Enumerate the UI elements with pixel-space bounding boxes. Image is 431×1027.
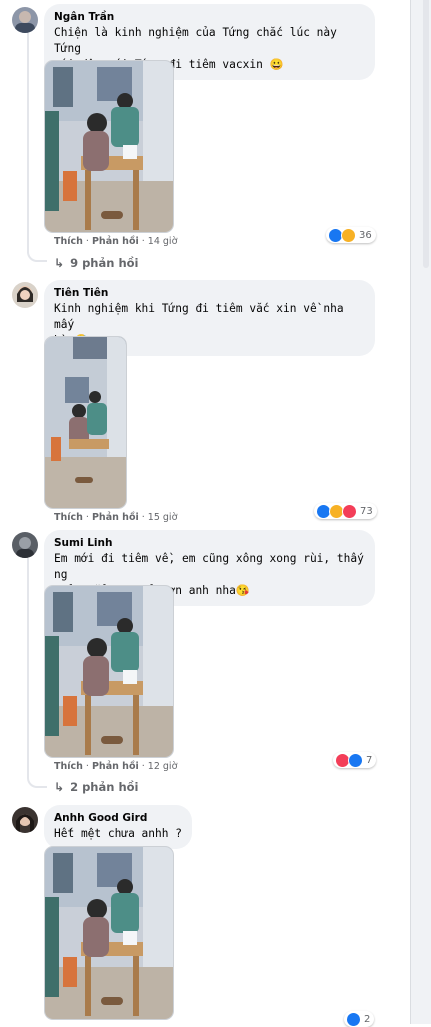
comment-author[interactable]: Anhh Good Gird bbox=[54, 811, 182, 826]
comment-text: Chiện là kinh nghiệm của Tứng chắc lúc n… bbox=[54, 26, 337, 55]
reply-connector bbox=[27, 772, 47, 788]
reaction-count: 7 bbox=[366, 754, 373, 766]
reply-arrow-icon: ↳ bbox=[54, 256, 65, 270]
comment-photo[interactable] bbox=[44, 846, 174, 1020]
comment-text: Hết mệt chưa anhh ? bbox=[54, 827, 182, 840]
comment-actions: Thích · Phản hồi · 15 giờ bbox=[54, 512, 178, 523]
reaction-summary[interactable]: 36 bbox=[326, 227, 376, 243]
comment-text: Kinh nghiệm khi Tứng đi tiêm vắc xin về … bbox=[54, 302, 344, 331]
view-replies[interactable]: ↳ 2 phản hồi bbox=[54, 780, 138, 794]
timestamp[interactable]: 12 giờ bbox=[148, 761, 178, 772]
reaction-count: 2 bbox=[364, 1013, 371, 1025]
like-icon bbox=[348, 752, 363, 768]
reaction-count: 36 bbox=[359, 229, 372, 241]
timestamp[interactable]: 14 giờ bbox=[148, 236, 178, 247]
scrollbar[interactable] bbox=[423, 0, 429, 268]
reaction-summary[interactable]: 7 bbox=[333, 752, 377, 768]
reaction-count: 73 bbox=[360, 505, 373, 517]
right-panel bbox=[410, 0, 431, 1024]
like-link[interactable]: Thích bbox=[54, 236, 83, 247]
reply-link[interactable]: Phản hồi bbox=[92, 761, 139, 772]
like-link[interactable]: Thích bbox=[54, 512, 83, 523]
love-icon bbox=[342, 503, 357, 519]
avatar[interactable] bbox=[12, 807, 38, 833]
comment-author[interactable]: Tiên Tiên bbox=[54, 286, 365, 301]
comment-photo[interactable] bbox=[44, 585, 174, 758]
thread-line bbox=[27, 558, 29, 774]
reply-connector bbox=[27, 246, 47, 262]
avatar[interactable] bbox=[12, 282, 38, 308]
reply-link[interactable]: Phản hồi bbox=[92, 236, 139, 247]
comment-photo[interactable] bbox=[44, 60, 174, 233]
reaction-summary[interactable]: 2 bbox=[344, 1011, 375, 1027]
comment-author[interactable]: Ngân Trần bbox=[54, 10, 365, 25]
avatar[interactable] bbox=[12, 532, 38, 558]
thread-line bbox=[27, 32, 29, 250]
comment-text: Em mới đi tiêm về, em cũng xông xong rùi… bbox=[54, 552, 364, 581]
comment-author[interactable]: Sumi Linh bbox=[54, 536, 365, 551]
replies-label: 2 phản hồi bbox=[70, 780, 139, 794]
haha-icon bbox=[341, 227, 356, 243]
comment-actions: Thích · Phản hồi · 14 giờ bbox=[54, 236, 178, 247]
like-link[interactable]: Thích bbox=[54, 761, 83, 772]
comment-bubble: Anhh Good Gird Hết mệt chưa anhh ? bbox=[44, 805, 192, 849]
timestamp[interactable]: 15 giờ bbox=[148, 512, 178, 523]
reaction-summary[interactable]: 73 bbox=[314, 503, 377, 519]
comment-actions: Thích · Phản hồi · 12 giờ bbox=[54, 761, 178, 772]
like-icon bbox=[346, 1011, 361, 1027]
replies-label: 9 phản hồi bbox=[70, 256, 139, 270]
avatar[interactable] bbox=[12, 7, 38, 33]
reply-arrow-icon: ↳ bbox=[54, 780, 65, 794]
view-replies[interactable]: ↳ 9 phản hồi bbox=[54, 256, 138, 270]
reply-link[interactable]: Phản hồi bbox=[92, 512, 139, 523]
comment-photo[interactable] bbox=[44, 336, 127, 509]
